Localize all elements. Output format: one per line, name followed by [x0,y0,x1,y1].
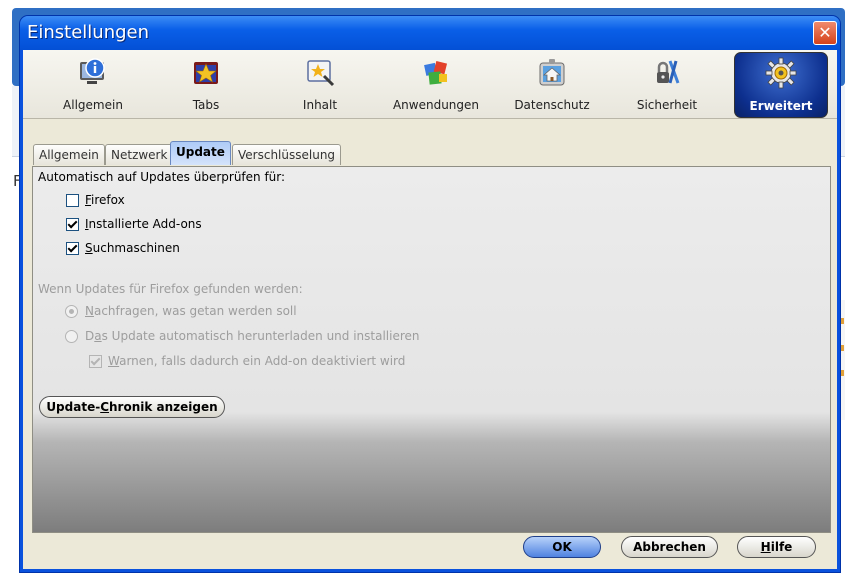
toolbar-label: Erweitert [749,99,813,113]
searchengines-checkbox[interactable] [66,242,79,255]
tab-update[interactable]: Update [170,141,231,165]
tab-allgemein[interactable]: Allgemein [33,144,105,165]
window-title: Einstellungen [27,22,150,43]
access-key: N [85,304,94,318]
label-text: s Update automatisch herunterladen und i… [101,329,420,343]
toolbar-datenschutz[interactable]: Datenschutz [502,52,602,116]
dialog-client: Allgemein Tabs Inhalt Anwendungen Datens… [23,50,837,569]
background-marker [840,345,844,351]
label-text: achfragen, was getan werden soll [93,304,297,318]
searchengines-checkbox-label[interactable]: Suchmaschinen [85,241,180,255]
addons-checkbox-label[interactable]: Installierte Add-ons [85,217,202,231]
toolbar-allgemein[interactable]: Allgemein [43,52,143,116]
access-key: H [760,540,771,554]
content-icon [307,60,335,87]
update-history-button[interactable]: Update-Chronik anzeigen [39,396,225,418]
auto-install-radio[interactable] [65,330,78,343]
tabs-icon [194,62,218,84]
when-found-heading: Wenn Updates für Firefox gefunden werden… [38,282,303,296]
firefox-checkbox[interactable] [66,194,79,207]
tab-verschluesselung[interactable]: Verschlüsselung [232,144,342,165]
ask-radio-label[interactable]: Nachfragen, was getan werden soll [85,304,297,318]
toolbar-label: Inhalt [302,98,338,112]
preferences-dialog: Einstellungen ✕ Allgemein Tabs Inhalt An… [20,16,840,572]
access-key: S [85,241,93,255]
label-text: arnen, falls dadurch ein Add-on deaktivi… [119,354,406,368]
label-text: uchmaschinen [92,241,180,255]
background-marker [840,318,844,324]
label-text: ilfe [770,540,793,554]
toolbar-label: Tabs [192,98,220,112]
toolbar-anwendungen[interactable]: Anwendungen [386,52,486,116]
auto-check-heading: Automatisch auf Updates überprüfen für: [38,170,286,184]
label-text: nstallierte Add-ons [88,217,202,231]
label-text: hronik anzeigen [109,400,218,414]
ok-button[interactable]: OK [523,536,601,558]
advanced-gear-icon [765,57,797,89]
label-text: D [85,329,95,343]
auto-install-radio-label[interactable]: Das Update automatisch herunterladen und… [85,329,420,343]
toolbar-inhalt[interactable]: Inhalt [270,52,370,116]
close-button[interactable]: ✕ [813,21,837,45]
access-key: a [94,329,102,343]
category-toolbar: Allgemein Tabs Inhalt Anwendungen Datens… [23,50,837,119]
tab-netzwerk[interactable]: Netzwerk [105,144,174,165]
warn-checkbox-label[interactable]: Warnen, falls dadurch ein Add-on deaktiv… [108,354,405,368]
firefox-checkbox-label[interactable]: Firefox [85,193,125,207]
toolbar-label: Allgemein [63,98,123,112]
title-bar[interactable]: Einstellungen ✕ [20,16,840,50]
addons-checkbox[interactable] [66,218,79,231]
general-icon [80,58,105,84]
access-key: W [108,354,120,368]
toolbar-label: Sicherheit [636,98,698,112]
applications-icon [424,60,448,85]
background-marker [840,370,844,376]
toolbar-label: Anwendungen [392,98,480,112]
security-icon [657,60,680,84]
warn-checkbox[interactable] [89,355,102,368]
access-key: C [100,400,110,414]
toolbar-tabs[interactable]: Tabs [156,52,256,116]
cancel-button[interactable]: Abbrechen [621,536,718,558]
help-button[interactable]: Hilfe [737,536,816,558]
update-panel: Automatisch auf Updates überprüfen für: … [32,166,831,533]
toolbar-erweitert[interactable]: Erweitert [734,52,828,118]
toolbar-label: Datenschutz [514,98,590,112]
label-text: irefox [91,193,125,207]
toolbar-sicherheit[interactable]: Sicherheit [617,52,717,116]
label-text: Update- [46,400,101,414]
ask-radio[interactable] [65,305,78,318]
privacy-icon [539,59,565,86]
